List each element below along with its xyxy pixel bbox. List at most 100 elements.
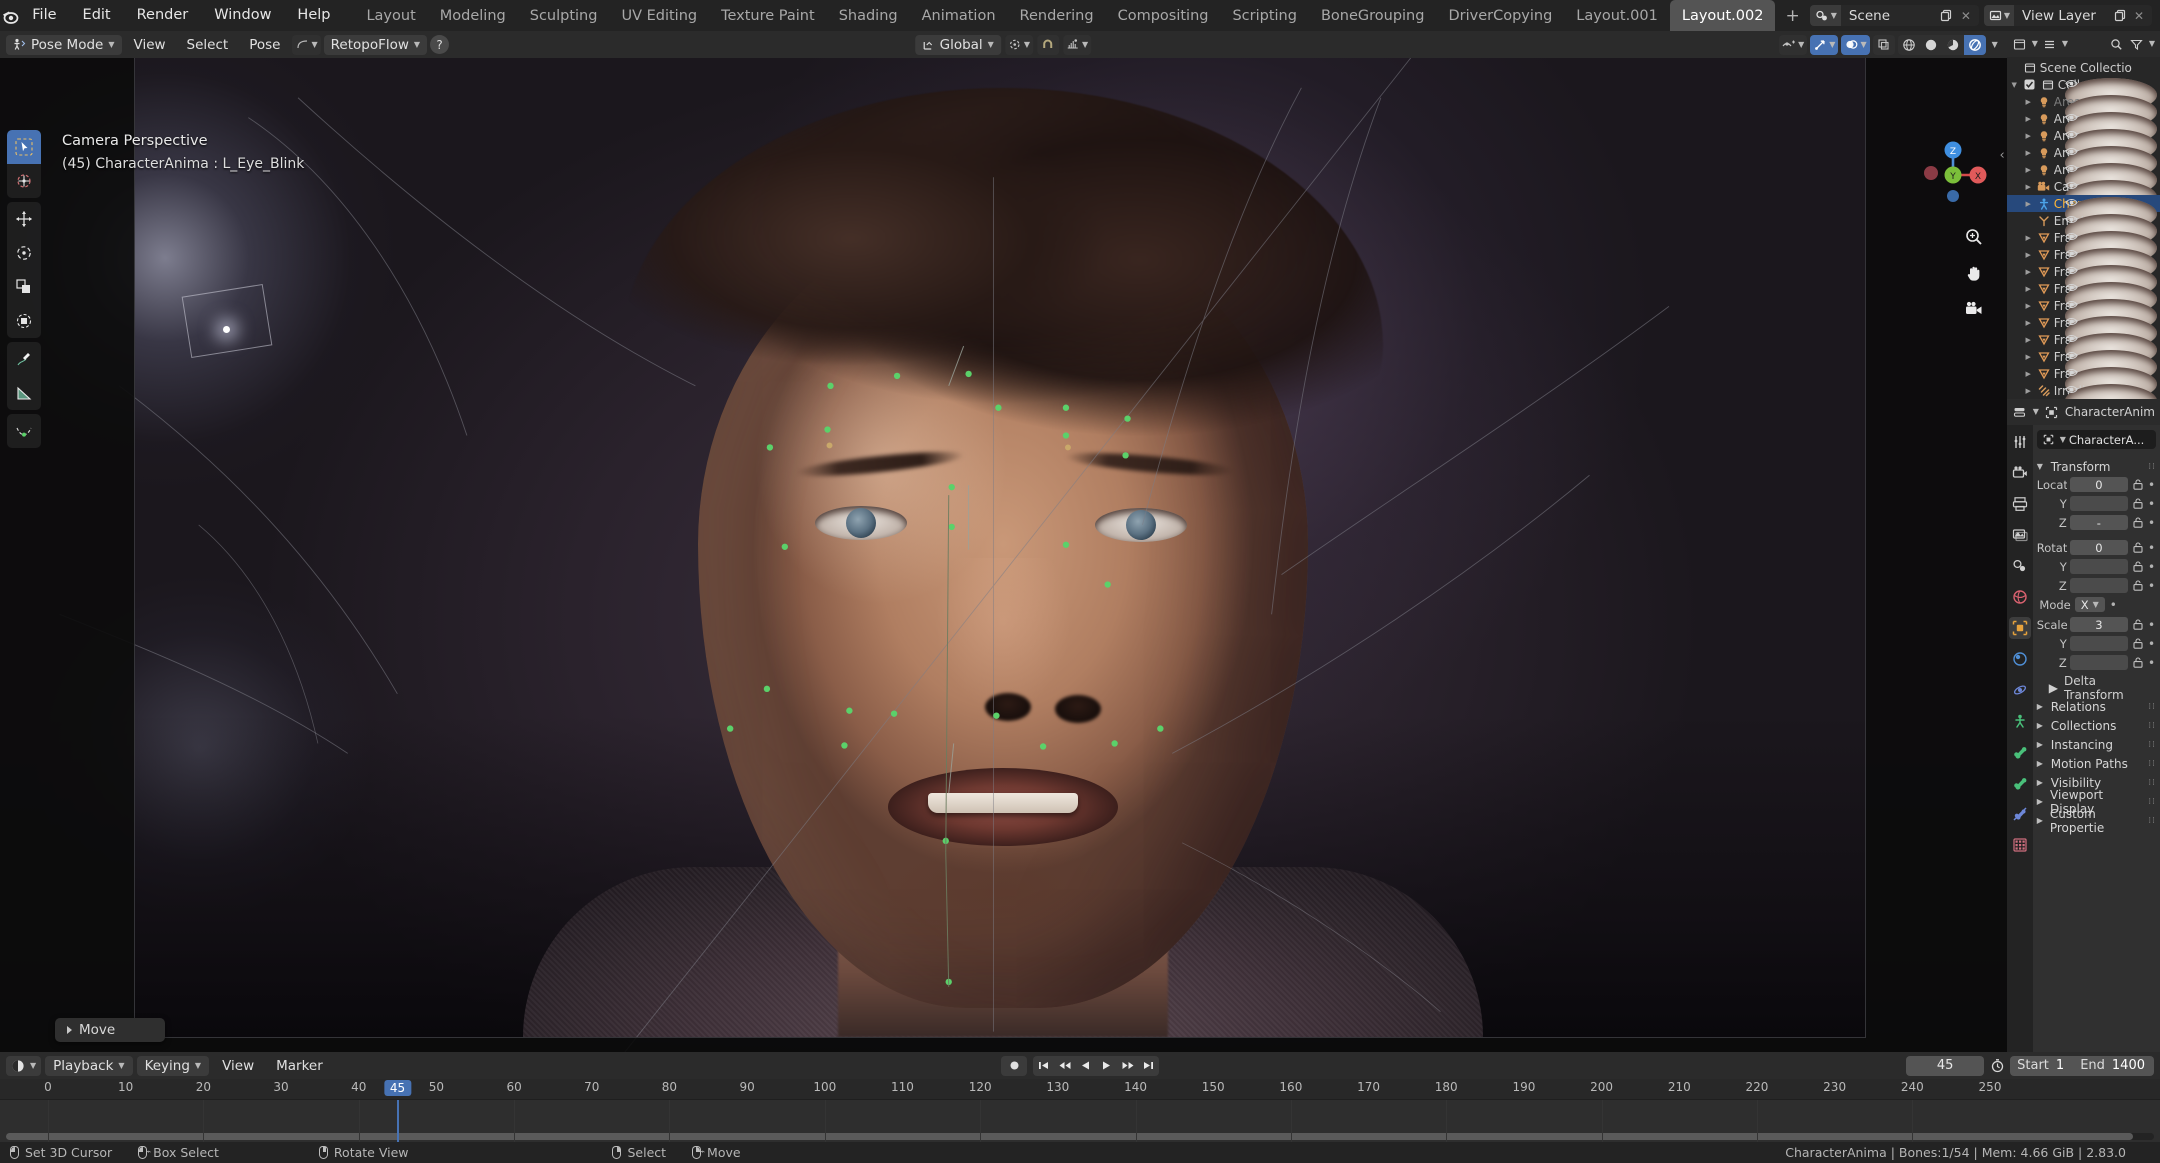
stopwatch-icon[interactable] — [1989, 1058, 2005, 1074]
viewport-menu-pose[interactable]: Pose — [240, 35, 289, 55]
timeline-track-area[interactable] — [0, 1099, 2160, 1142]
rotate-tool[interactable] — [7, 236, 41, 270]
outliner-disclosure-triangle[interactable]: ▶ — [2023, 268, 2034, 276]
animate-property-dot[interactable]: • — [2147, 561, 2156, 573]
pose-library-dropdown[interactable]: ▼ — [292, 34, 321, 55]
outliner-row-frame-0[interactable]: ▶Frame.0 — [2007, 263, 2160, 299]
outliner-row-frame-0[interactable]: ▶Frame.0 — [2007, 348, 2160, 384]
lock-icon[interactable] — [2131, 657, 2144, 668]
play-icon[interactable] — [1096, 1056, 1117, 1076]
workspace-tab-texture-paint[interactable]: Texture Paint — [709, 0, 827, 31]
cursor-tool[interactable] — [7, 164, 41, 198]
breakdowner-tool[interactable] — [7, 414, 41, 448]
location-z-row[interactable]: Z - • — [2037, 514, 2156, 531]
panel-instancing[interactable]: ▶ Instancing ⁞⁞ — [2037, 735, 2156, 754]
lock-icon[interactable] — [2131, 561, 2144, 572]
panel-motion-paths[interactable]: ▶ Motion Paths ⁞⁞ — [2037, 754, 2156, 773]
end-frame-value[interactable]: 1400 — [2112, 1058, 2154, 1073]
outliner-row-frame-0[interactable]: ▶Frame.0 — [2007, 365, 2160, 399]
scene-icon[interactable]: ▼ — [1809, 5, 1841, 26]
transform-orientation-selector[interactable]: Global ▼ — [915, 34, 1001, 55]
outliner-row-area-00[interactable]: ▶Area.00 — [2007, 161, 2160, 197]
rotation-mode-value[interactable]: X ▼ — [2074, 597, 2105, 612]
area-light-gizmo[interactable] — [181, 283, 273, 359]
next-keyframe-icon[interactable] — [1117, 1056, 1138, 1076]
visibility-dropdown[interactable]: ▼ — [1779, 34, 1808, 55]
view-layer-icon[interactable]: ▼ — [1983, 5, 2014, 26]
workspace-tab-layout-001[interactable]: Layout.001 — [1564, 0, 1670, 31]
add-workspace-button[interactable]: + — [1775, 0, 1809, 31]
pivot-point-dropdown[interactable]: ▼ — [1004, 34, 1033, 55]
move-tool[interactable] — [7, 202, 41, 236]
sidebar-collapse-icon[interactable]: ‹ — [2000, 148, 2005, 163]
animate-property-dot[interactable]: • — [2147, 619, 2156, 631]
bone-constraint-tab[interactable] — [2009, 803, 2031, 825]
outliner-disclosure-triangle[interactable]: ▶ — [2023, 251, 2034, 259]
checkbox-icon[interactable] — [2022, 77, 2038, 93]
object-tab[interactable] — [2008, 617, 2031, 639]
menu-file[interactable]: File — [20, 4, 68, 27]
annotate-tool[interactable] — [7, 342, 41, 376]
shading-solid-button[interactable] — [1920, 35, 1942, 55]
workspace-tab-drivercopying[interactable]: DriverCopying — [1436, 0, 1564, 31]
outliner-disclosure-triangle[interactable]: ▶ — [2023, 98, 2034, 106]
outliner-row-area-00[interactable]: ▶Area.00 — [2007, 110, 2160, 146]
chevron-down-icon[interactable]: ▼ — [2149, 40, 2155, 48]
location-z-value[interactable]: - — [2069, 515, 2128, 530]
copy-icon[interactable] — [1939, 8, 1955, 24]
scale-y-value[interactable] — [2069, 636, 2128, 651]
camera-icon[interactable] — [1963, 298, 1985, 320]
outliner-disclosure-triangle[interactable]: ▶ — [2023, 370, 2034, 378]
outliner-row-area-00[interactable]: ▶Area.00 — [2007, 127, 2160, 163]
filter-icon[interactable] — [2129, 36, 2145, 52]
menu-help[interactable]: Help — [285, 4, 342, 27]
zoom-icon[interactable] — [1963, 226, 1985, 248]
properties-editor-type-icon[interactable] — [2012, 404, 2028, 420]
timeline-menu-keying[interactable]: Keying ▼ — [136, 1055, 210, 1076]
animate-property-dot[interactable]: • — [2147, 498, 2156, 510]
workspace-tab-animation[interactable]: Animation — [910, 0, 1008, 31]
outliner-row-scene-collection[interactable]: Scene Collectio — [2007, 59, 2160, 76]
world-tab[interactable] — [2009, 586, 2031, 608]
gizmo-dropdown[interactable]: ▼ — [1810, 34, 1839, 55]
outliner-row-area[interactable]: ▶ Area — [2007, 93, 2160, 129]
workspace-tab-sculpting[interactable]: Sculpting — [518, 0, 610, 31]
hand-icon[interactable] — [1963, 262, 1985, 284]
outliner-row-empty[interactable]: Empty — [2007, 212, 2160, 248]
outliner-disclosure-triangle[interactable]: ▶ — [2023, 115, 2034, 123]
outliner-row-irradian[interactable]: ▶Irradian — [2007, 382, 2160, 399]
mode-selector[interactable]: Pose Mode ▼ — [6, 34, 122, 55]
lock-icon[interactable] — [2131, 479, 2144, 490]
workspace-tab-layout-002[interactable]: Layout.002 — [1669, 0, 1776, 31]
lock-icon[interactable] — [2131, 619, 2144, 630]
view-axis-gizmo[interactable]: Z Y X — [1911, 133, 1995, 217]
animate-property-dot[interactable]: • — [2147, 517, 2156, 529]
outliner-disclosure-triangle[interactable]: ▼ — [2009, 81, 2020, 89]
rotation-x-row[interactable]: Rotat... 0 • — [2037, 539, 2156, 556]
render-tab[interactable] — [2009, 462, 2031, 484]
start-frame-value[interactable]: 1 — [2056, 1058, 2073, 1073]
lock-icon[interactable] — [2131, 580, 2144, 591]
modifier-tab[interactable] — [2009, 648, 2031, 670]
timeline-menu-view[interactable]: View — [213, 1058, 263, 1074]
outliner-disclosure-triangle[interactable]: ▶ — [2023, 166, 2034, 174]
rotation-x-value[interactable]: 0 — [2069, 540, 2128, 555]
outliner-disclosure-triangle[interactable]: ▶ — [2023, 200, 2034, 208]
proportional-edit-dropdown[interactable]: ▼ — [1062, 34, 1092, 55]
transform-tool[interactable] — [7, 304, 41, 338]
workspace-tab-rendering[interactable]: Rendering — [1008, 0, 1106, 31]
playhead[interactable] — [396, 1100, 399, 1142]
animate-property-dot[interactable]: • — [2147, 638, 2156, 650]
outliner-row-area-00[interactable]: ▶Area.00 — [2007, 144, 2160, 180]
location-y-row[interactable]: Y • — [2037, 495, 2156, 512]
animate-property-dot[interactable]: • — [2147, 479, 2156, 491]
menu-render[interactable]: Render — [125, 4, 201, 27]
editor-type-icon[interactable] — [2012, 36, 2028, 52]
location-y-value[interactable] — [2069, 496, 2128, 511]
animate-property-dot[interactable]: • — [2147, 657, 2156, 669]
outliner-row-frame-0[interactable]: ▶Frame.0 — [2007, 229, 2160, 265]
animate-property-dot[interactable]: • — [2109, 599, 2118, 611]
tweak-tool[interactable] — [7, 130, 41, 164]
scale-x-row[interactable]: Scale... 3 • — [2037, 616, 2156, 633]
jump-to-start-icon[interactable] — [1033, 1056, 1054, 1076]
